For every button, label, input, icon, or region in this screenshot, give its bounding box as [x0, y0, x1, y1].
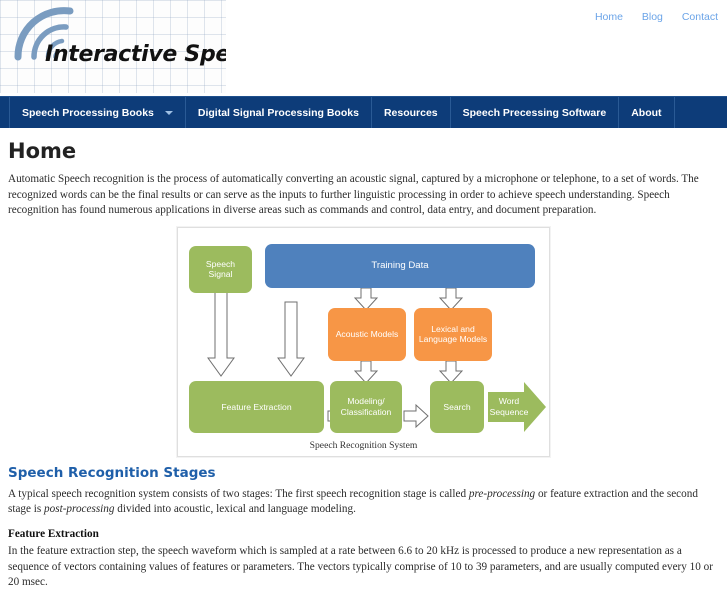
- node-label: Training Data: [371, 259, 429, 271]
- speech-recognition-diagram: Speech Signal Training Data Acoustic Mod…: [177, 226, 550, 457]
- sp1-em2: post-processing: [44, 503, 115, 516]
- nav-item-digital-signal-processing-books[interactable]: Digital Signal Processing Books: [186, 97, 372, 128]
- top-links: Home Blog Contact: [579, 11, 718, 23]
- site-header: Interactive Speech Home Blog Contact: [0, 0, 727, 96]
- node-label-line2: Classification: [340, 406, 392, 417]
- diagram-node-lexical-language-models: Lexical and Language Models: [414, 307, 492, 361]
- section-title-speech-recognition-stages: Speech Recognition Stages: [8, 464, 216, 481]
- nav-item-resources[interactable]: Resources: [372, 97, 451, 128]
- page-title: Home: [8, 139, 77, 163]
- node-label-line1: Word: [498, 396, 520, 407]
- node-label-line2: Signal: [208, 269, 233, 280]
- diagram-node-acoustic-models: Acoustic Models: [328, 307, 406, 361]
- top-link-contact[interactable]: Contact: [682, 11, 718, 23]
- logo-wordmark: Interactive Speech: [45, 42, 226, 67]
- nav-filler: [675, 97, 727, 128]
- sp1-a: A typical speech recognition system cons…: [8, 487, 469, 500]
- intro-paragraph: Automatic Speech recognition is the proc…: [8, 173, 699, 217]
- node-label-line1: Lexical and: [431, 323, 475, 334]
- nav-item-speech-processing-software[interactable]: Speech Precessing Software: [451, 97, 620, 128]
- sp1-end: divided into acoustic, lexical and langu…: [114, 503, 356, 516]
- nav-label: About: [631, 106, 662, 119]
- diagram-node-search: Search: [430, 380, 484, 433]
- diagram-node-training-data: Training Data: [265, 243, 535, 288]
- nav-label: Digital Signal Processing Books: [197, 106, 359, 119]
- sp1-em1: pre-processing: [468, 487, 536, 500]
- node-label-line2: Language Models: [418, 334, 488, 345]
- diagram-node-feature-extraction: Feature Extraction: [189, 380, 324, 433]
- diagram-caption: Speech Recognition System: [309, 439, 418, 451]
- nav-label: Speech Precessing Software: [462, 106, 607, 119]
- top-link-blog[interactable]: Blog: [642, 11, 663, 23]
- node-label-line1: Speech: [205, 258, 236, 269]
- node-label-line2: Sequence: [489, 406, 529, 417]
- diagram-node-word-sequence: Word Sequence: [488, 381, 547, 433]
- diagram-node-modeling-classification: Modeling/ Classification: [330, 380, 402, 433]
- node-label-line1: Modeling/: [347, 396, 385, 407]
- nav-label: Resources: [383, 106, 438, 119]
- diagram-node-speech-signal: Speech Signal: [189, 245, 252, 293]
- section-paragraph-1: A typical speech recognition system cons…: [8, 487, 721, 518]
- page-root: Interactive Speech Home Blog Contact Spe…: [0, 0, 727, 588]
- subsection-paragraph: In the feature extraction step, the spee…: [8, 544, 713, 589]
- node-label: Acoustic Models: [335, 329, 399, 340]
- main-content: Home Automatic Speech recognition is the…: [0, 139, 727, 591]
- subsection-title-feature-extraction: Feature Extraction: [8, 527, 99, 540]
- nav-item-speech-processing-books[interactable]: Speech Processing Books: [9, 97, 186, 128]
- site-logo[interactable]: Interactive Speech: [0, 0, 226, 93]
- node-label: Search: [443, 401, 471, 412]
- node-label: Feature Extraction: [221, 401, 292, 412]
- nav-label: Speech Processing Books: [22, 106, 154, 119]
- main-navigation: Speech Processing Books Digital Signal P…: [0, 96, 727, 128]
- top-link-home[interactable]: Home: [595, 11, 623, 23]
- nav-item-about[interactable]: About: [619, 97, 675, 128]
- chevron-down-icon: [164, 110, 173, 115]
